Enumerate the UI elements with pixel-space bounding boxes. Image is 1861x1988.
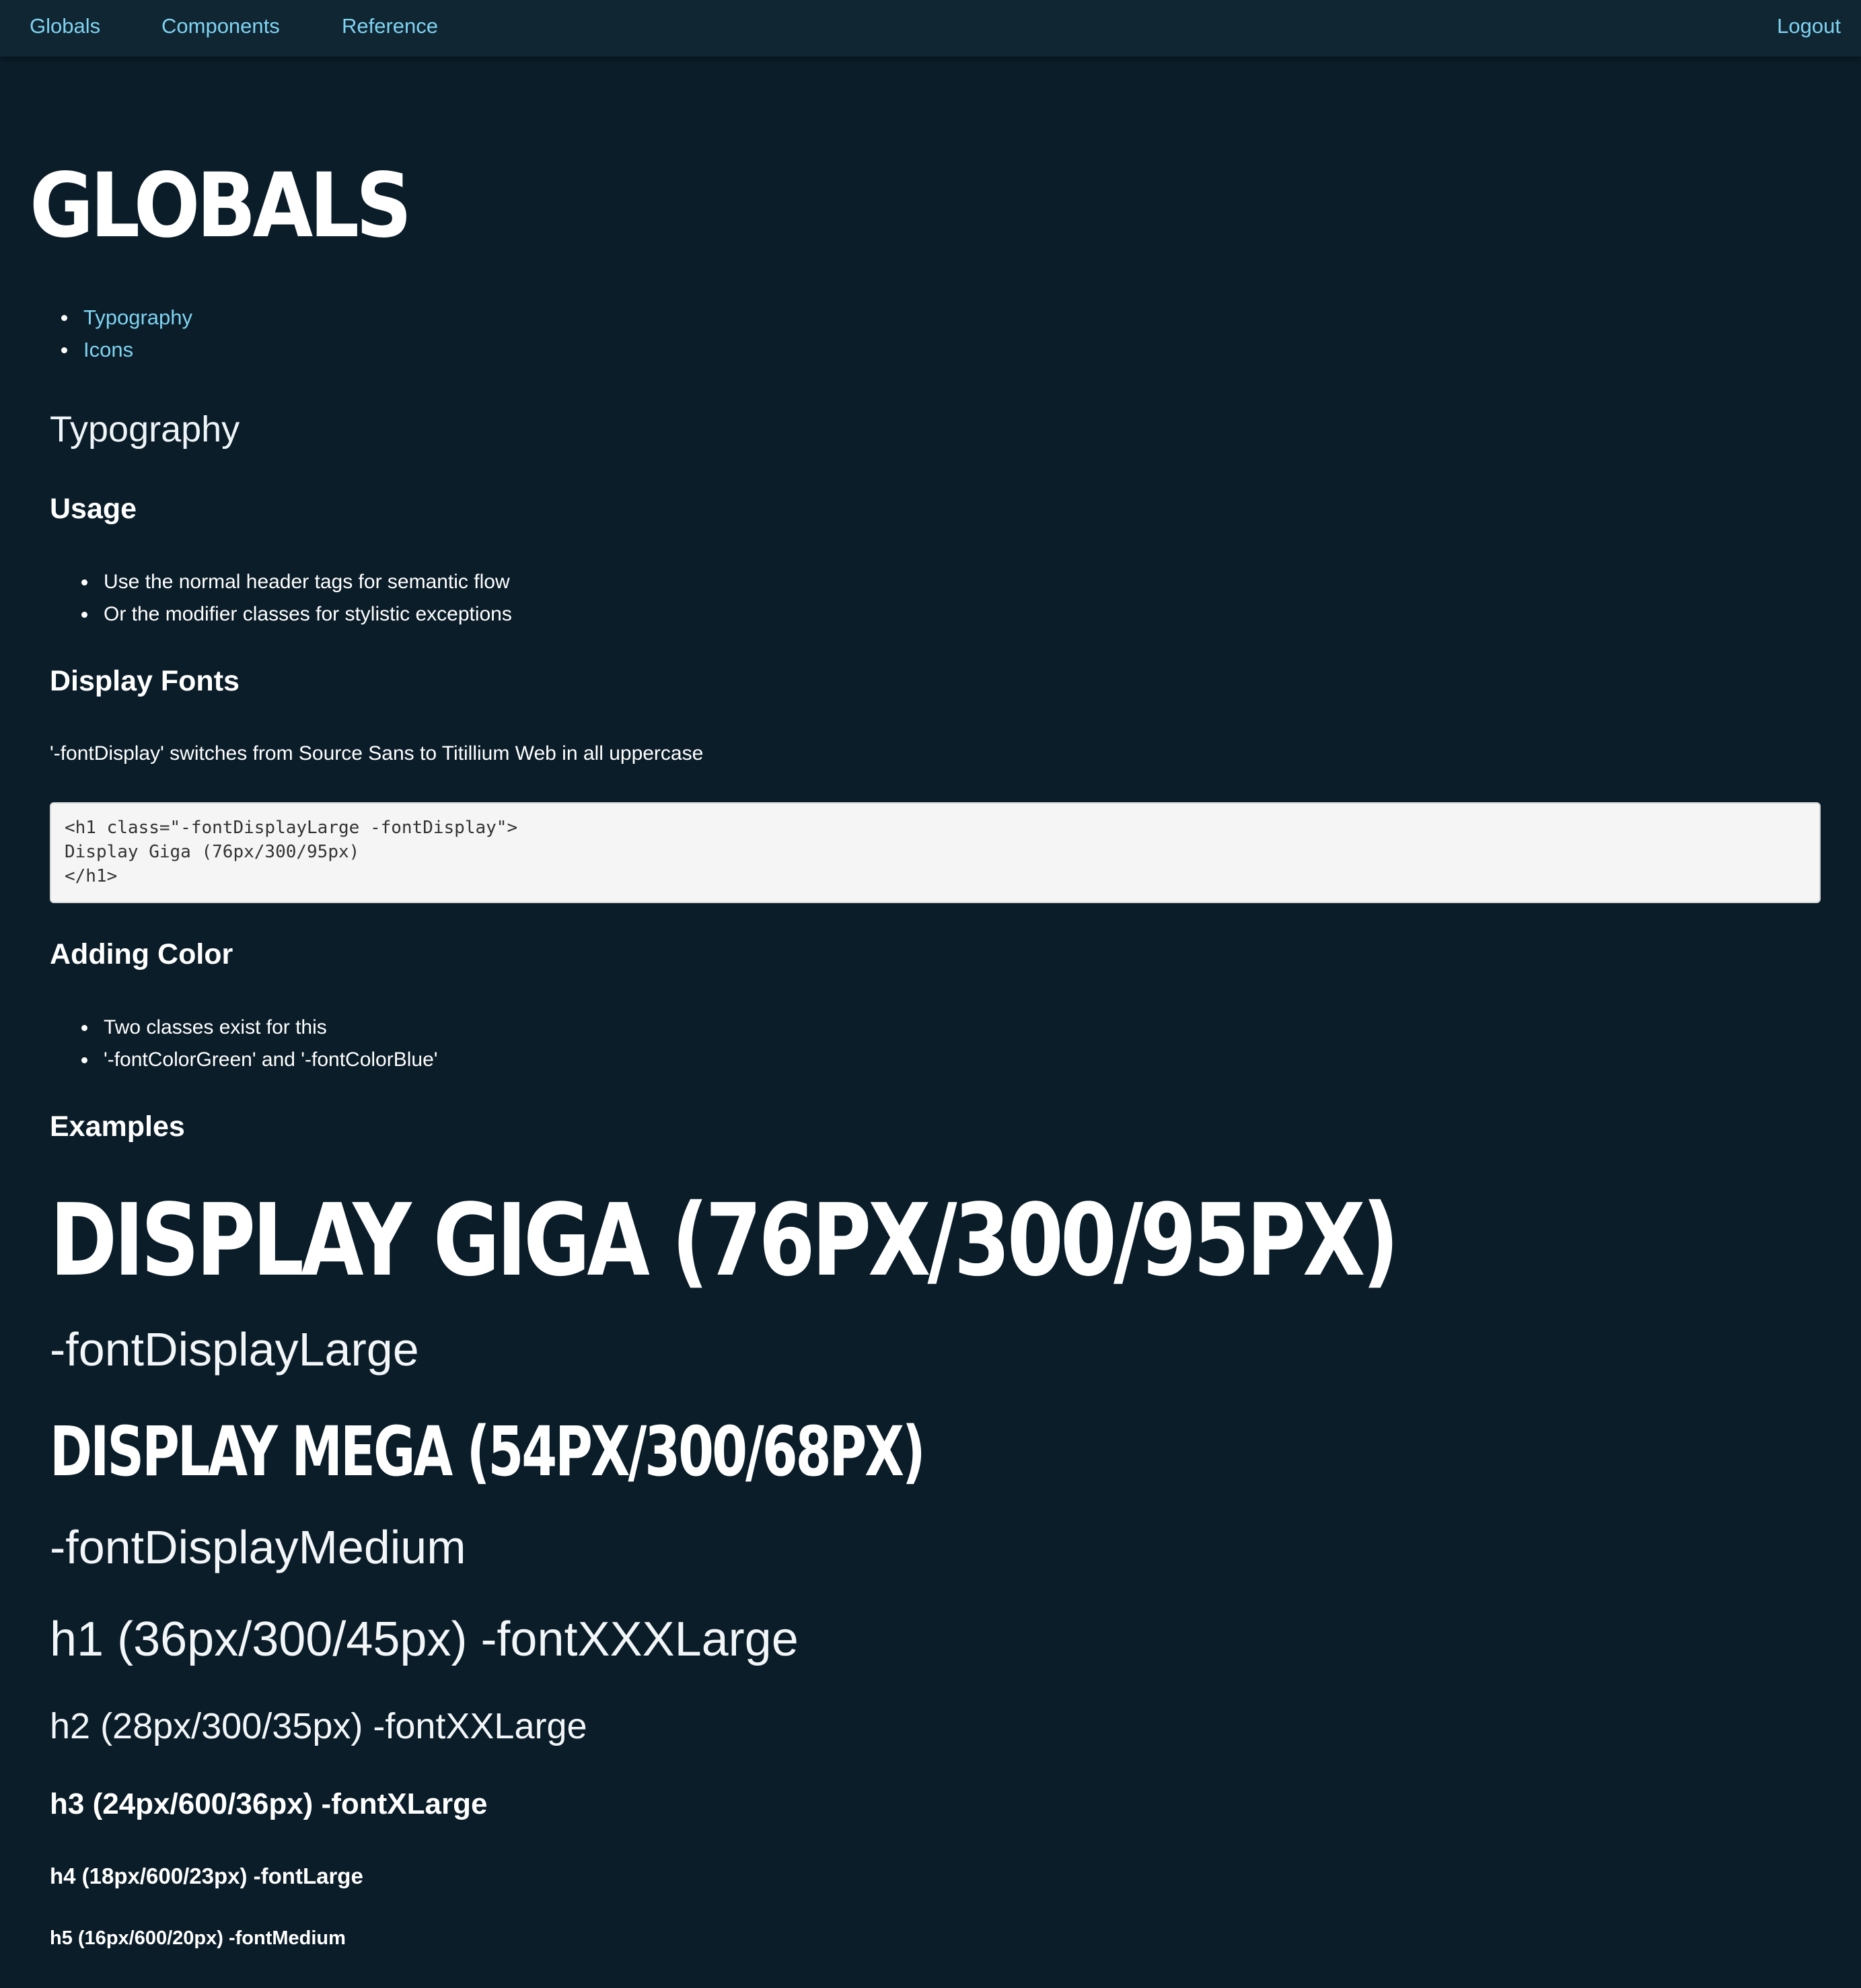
code-sample: <h1 class="-fontDisplayLarge -fontDispla… bbox=[50, 802, 1821, 903]
display-fonts-heading: Display Fonts bbox=[50, 665, 240, 697]
display-fonts-description: '-fontDisplay' switches from Source Sans… bbox=[50, 742, 704, 765]
toc-link-icons[interactable]: Icons bbox=[83, 338, 133, 361]
examples-heading: Examples bbox=[50, 1110, 185, 1143]
example-h4: h4 (18px/600/23px) -fontLarge bbox=[50, 1863, 363, 1888]
example-h2: h2 (28px/300/35px) -fontXXLarge bbox=[50, 1706, 587, 1746]
toc-link-typography[interactable]: Typography bbox=[83, 306, 192, 329]
example-display-medium-class: -fontDisplayMedium bbox=[50, 1521, 466, 1573]
toc-item: Icons bbox=[61, 334, 192, 366]
toc-item: Typography bbox=[61, 301, 192, 334]
nav-link-components[interactable]: Components bbox=[161, 12, 280, 40]
usage-heading: Usage bbox=[50, 493, 137, 525]
top-nav: Globals Components Reference Logout bbox=[0, 0, 1861, 57]
list-item: Two classes exist for this bbox=[81, 1011, 438, 1044]
example-display-large-class: -fontDisplayLarge bbox=[50, 1323, 419, 1376]
example-h5: h5 (16px/600/20px) -fontMedium bbox=[50, 1927, 346, 1949]
list-item: Or the modifier classes for stylistic ex… bbox=[81, 598, 512, 631]
adding-color-list: Two classes exist for this '-fontColorGr… bbox=[81, 1011, 438, 1076]
section-heading-typography: Typography bbox=[50, 409, 240, 450]
example-h3: h3 (24px/600/36px) -fontXLarge bbox=[50, 1787, 488, 1820]
logout-link[interactable]: Logout bbox=[1777, 12, 1841, 40]
page-title: GLOBALS bbox=[30, 154, 412, 258]
nav-link-globals[interactable]: Globals bbox=[30, 12, 100, 40]
adding-color-heading: Adding Color bbox=[50, 938, 233, 970]
list-item: Use the normal header tags for semantic … bbox=[81, 566, 512, 598]
example-display-mega: DISPLAY MEGA (54PX/300/68PX) bbox=[50, 1412, 926, 1492]
table-of-contents: Typography Icons bbox=[61, 301, 192, 366]
usage-list: Use the normal header tags for semantic … bbox=[81, 566, 512, 631]
nav-link-reference[interactable]: Reference bbox=[342, 12, 438, 40]
example-display-giga: DISPLAY GIGA (76PX/300/95PX) bbox=[50, 1182, 1399, 1298]
example-h1: h1 (36px/300/45px) -fontXXXLarge bbox=[50, 1612, 799, 1666]
list-item: '-fontColorGreen' and '-fontColorBlue' bbox=[81, 1044, 438, 1076]
